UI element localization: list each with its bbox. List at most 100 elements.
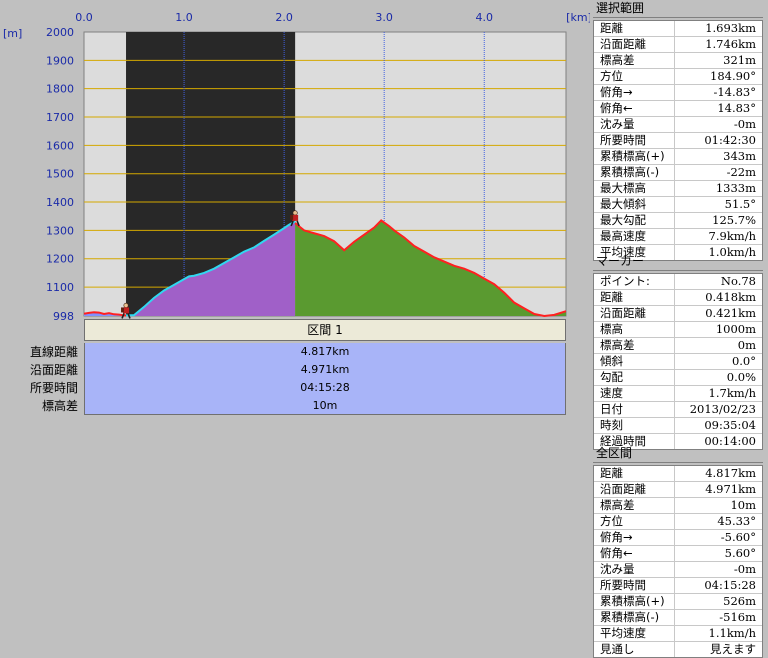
selection-row-label: 最大標高 (594, 181, 675, 196)
selection-row-label: 最大勾配 (594, 213, 675, 228)
x-tick-label: 3.0 (375, 11, 393, 24)
marker-row-value: 0.0° (731, 354, 756, 368)
selection-row-value: 343m (723, 149, 756, 163)
selection-row-value: 1.693km (705, 21, 756, 35)
section-value: 10m (84, 397, 566, 415)
y-tick-label: 1700 (46, 111, 74, 124)
y-tick-label: 1800 (46, 83, 74, 96)
selection-row-label: 距離 (594, 21, 675, 36)
total-row: 俯角→ -5.60° (594, 530, 762, 546)
marker-row-value: 0.421km (705, 306, 756, 320)
total-row-value: 5.60° (724, 546, 756, 560)
total-row: 方位 45.33° (594, 514, 762, 530)
total-row: 沈み量 -0m (594, 562, 762, 578)
marker-row-label: 傾斜 (594, 354, 675, 369)
selection-row-label: 沈み量 (594, 117, 675, 132)
selection-row: 最大勾配 125.7% (594, 213, 762, 229)
selection-panel: 選択範囲 距離 1.693km 沿面距離 1.746km 標高差 321m 方位 184.90… (593, 0, 763, 261)
marker-row-value: 2013/02/23 (689, 402, 756, 416)
total-row: 距離 4.817km (594, 466, 762, 482)
marker-row: 沿面距離 0.421km (594, 306, 762, 322)
selection-row-label: 最大傾斜 (594, 197, 675, 212)
total-row: 沿面距離 4.971km (594, 482, 762, 498)
total-row-value: 10m (730, 498, 756, 512)
section-row: 所要時間 04:15:28 (0, 379, 590, 397)
x-tick-label: 1.0 (175, 11, 193, 24)
y-tick-label: 1900 (46, 54, 74, 67)
marker-row-label: 日付 (594, 402, 675, 417)
selection-row-value: 01:42:30 (704, 133, 756, 147)
x-tick-label: 2.0 (275, 11, 293, 24)
total-row: 累積標高(+) 526m (594, 594, 762, 610)
total-row-value: 4.971km (705, 482, 756, 496)
marker-row: 時刻 09:35:04 (594, 418, 762, 434)
selection-row-label: 沿面距離 (594, 37, 675, 52)
y-tick-label: 1300 (46, 224, 74, 237)
marker-row: 標高 1000m (594, 322, 762, 338)
marker-panel-body: ポイント: No.78 距離 0.418km 沿面距離 0.421km 標高 1000m 標高差… (593, 273, 763, 450)
marker-row-value: No.78 (720, 274, 756, 288)
selection-row: 累積標高(+) 343m (594, 149, 762, 165)
total-row-label: 見通し (594, 642, 675, 657)
section-label: 標高差 (41, 399, 78, 413)
selection-row-value: 7.9km/h (708, 229, 756, 243)
total-row: 俯角← 5.60° (594, 546, 762, 562)
total-row-label: 沈み量 (594, 562, 675, 577)
selection-row-value: -14.83° (713, 85, 756, 99)
total-row-label: 俯角→ (594, 530, 675, 545)
selection-row-label: 累積標高(-) (594, 165, 675, 180)
section-value: 4.971km (84, 361, 566, 379)
selection-row-label: 標高差 (594, 53, 675, 68)
total-row: 標高差 10m (594, 498, 762, 514)
selection-row: 俯角← 14.83° (594, 101, 762, 117)
section-label: 所要時間 (29, 381, 78, 395)
selection-row-label: 俯角← (594, 101, 675, 116)
marker-row: 標高差 0m (594, 338, 762, 354)
y-tick-label: 998 (53, 310, 74, 323)
total-row-value: -0m (733, 562, 756, 576)
marker-row-label: 沿面距離 (594, 306, 675, 321)
marker-row: ポイント: No.78 (594, 274, 762, 290)
x-tick-label: 4.0 (475, 11, 493, 24)
selection-row-label: 所要時間 (594, 133, 675, 148)
section-value: 4.817km (84, 343, 566, 361)
total-row: 所要時間 04:15:28 (594, 578, 762, 594)
selection-row-value: 14.83° (717, 101, 756, 115)
total-row-label: 累積標高(-) (594, 610, 675, 625)
selection-row-value: 51.5° (724, 197, 756, 211)
total-row-label: 累積標高(+) (594, 594, 675, 609)
selection-row: 沈み量 -0m (594, 117, 762, 133)
total-row-value: -5.60° (720, 530, 756, 544)
section-header[interactable]: 区間 1 (84, 319, 566, 341)
marker-row-value: 0.0% (726, 370, 756, 384)
marker-row: 傾斜 0.0° (594, 354, 762, 370)
marker-row: 勾配 0.0% (594, 370, 762, 386)
elevation-chart[interactable]: 2000 1900 1800 1700 1600 1500 1400 1300 1200 1100… (0, 0, 590, 330)
marker-row-label: 速度 (594, 386, 675, 401)
y-tick-label: 1600 (46, 139, 74, 152)
selection-row-value: -22m (726, 165, 756, 179)
selection-row: 所要時間 01:42:30 (594, 133, 762, 149)
total-row-label: 平均速度 (594, 626, 675, 641)
total-row: 累積標高(-) -516m (594, 610, 762, 626)
marker-row-label: 距離 (594, 290, 675, 305)
selection-row: 標高差 321m (594, 53, 762, 69)
marker-panel: マーカー ポイント: No.78 距離 0.418km 沿面距離 0.421km 標高 100… (593, 253, 763, 450)
marker-row-label: 勾配 (594, 370, 675, 385)
selection-row: 俯角→ -14.83° (594, 85, 762, 101)
selection-row-value: 321m (723, 53, 756, 67)
selection-row-value: -0m (733, 117, 756, 131)
total-row-value: 526m (723, 594, 756, 608)
selection-row: 距離 1.693km (594, 21, 762, 37)
elevation-chart-svg[interactable]: 2000 1900 1800 1700 1600 1500 1400 1300 1200 1100… (0, 0, 590, 330)
selection-row-label: 累積標高(+) (594, 149, 675, 164)
total-row-label: 方位 (594, 514, 675, 529)
total-row-label: 標高差 (594, 498, 675, 513)
selection-panel-title: 選択範囲 (593, 0, 763, 18)
total-row-value: 見えます (710, 642, 756, 656)
y-tick-label: 1200 (46, 253, 74, 266)
total-row: 見通し 見えます (594, 642, 762, 657)
total-row-value: 45.33° (717, 514, 756, 528)
total-row-label: 所要時間 (594, 578, 675, 593)
x-tick-label: 0.0 (75, 11, 93, 24)
